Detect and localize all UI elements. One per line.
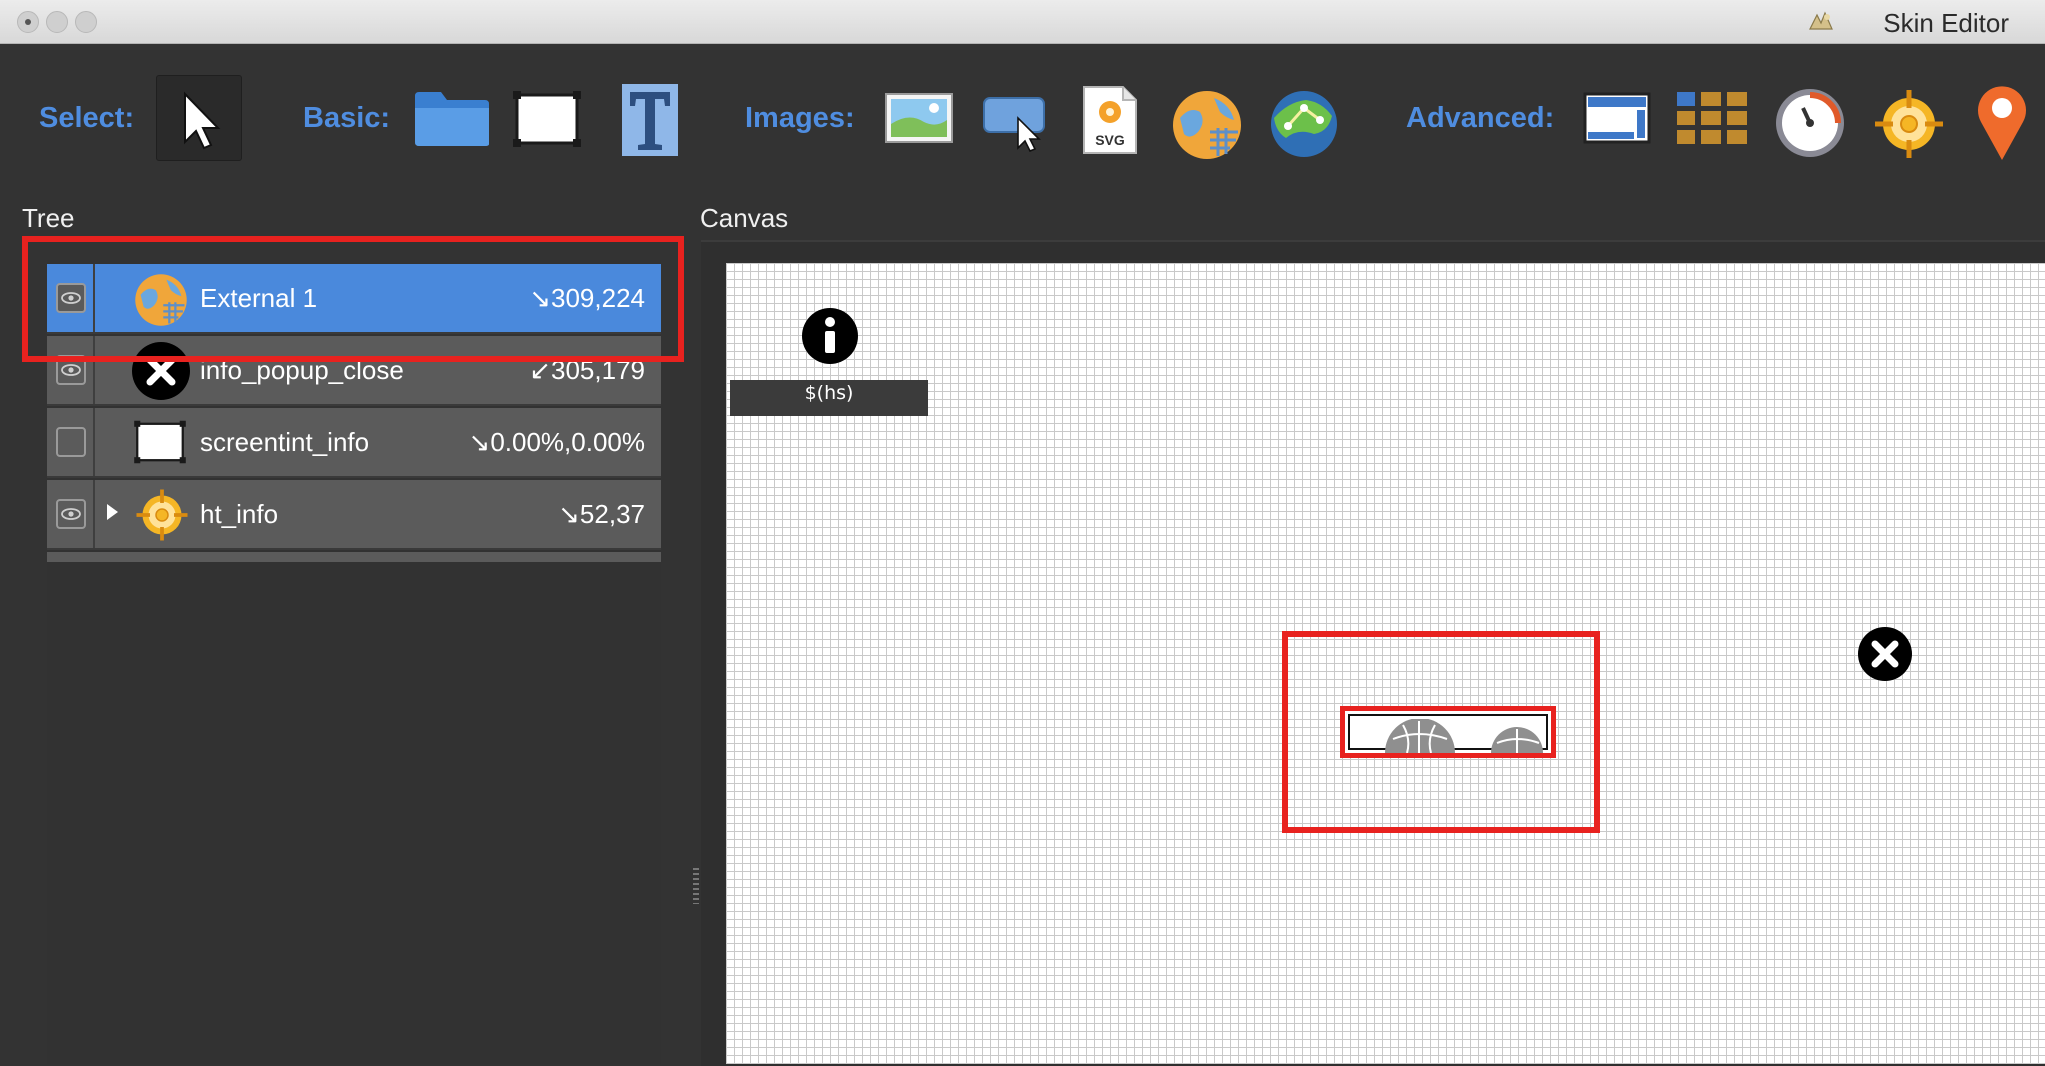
pointer-tool-button[interactable] xyxy=(156,75,242,161)
eye-icon xyxy=(56,499,86,529)
text-icon[interactable] xyxy=(620,82,680,158)
images-label: Images: xyxy=(745,102,855,134)
map-pin-icon[interactable] xyxy=(1975,82,2029,162)
tree-item-coords: ↘52,37 xyxy=(558,499,645,529)
close-window-button[interactable] xyxy=(17,11,39,33)
rectangle-icon[interactable] xyxy=(512,90,582,148)
toolbar: Select: Basic: Images: SVG Advanced: xyxy=(0,44,2045,192)
select-label: Select: xyxy=(39,102,135,134)
zoom-window-button[interactable] xyxy=(75,11,97,33)
pointer-icon xyxy=(184,91,221,150)
close-circle-icon[interactable] xyxy=(1857,626,1913,682)
rectangle-icon xyxy=(134,420,186,464)
timer-icon[interactable] xyxy=(1773,86,1847,160)
hidden-checkbox-icon xyxy=(56,427,86,457)
title-bar: Skin Editor xyxy=(0,0,2045,44)
cloner-icon[interactable] xyxy=(1675,90,1749,146)
info-icon[interactable] xyxy=(801,307,859,365)
image-icon[interactable] xyxy=(884,92,954,144)
tree-list-end xyxy=(47,552,661,562)
minimize-window-button[interactable] xyxy=(46,11,68,33)
map-icon[interactable] xyxy=(1268,88,1340,160)
skin-editor-app-icon xyxy=(1809,11,1833,30)
button-icon[interactable] xyxy=(982,92,1048,152)
container-icon[interactable] xyxy=(413,90,491,148)
expand-arrow-icon[interactable] xyxy=(107,504,118,520)
window-title: Skin Editor xyxy=(1883,8,2009,38)
tree-item-label: screentint_info xyxy=(200,427,370,457)
canvas-selection-highlight xyxy=(1282,631,1600,833)
visibility-toggle[interactable] xyxy=(47,408,95,476)
tree-title: Tree xyxy=(22,203,75,233)
scrollarea-icon[interactable] xyxy=(1583,92,1651,144)
hotspot-icon[interactable] xyxy=(1873,88,1945,160)
svg-badge-text: SVG xyxy=(1095,132,1125,148)
panel-splitter-handle[interactable] xyxy=(693,868,699,904)
tree-item-screentint-info[interactable]: screentint_info ↘0.00%,0.00% xyxy=(47,408,661,478)
basic-label: Basic: xyxy=(303,102,391,134)
canvas-title: Canvas xyxy=(700,203,789,233)
tree-item-coords: ↘0.00%,0.00% xyxy=(468,427,645,457)
advanced-label: Advanced: xyxy=(1406,102,1555,134)
hotspot-title-label[interactable]: $(hs) xyxy=(730,380,928,416)
tree-item-label: ht_info xyxy=(200,499,279,529)
tree-item-ht-info[interactable]: ht_info ↘52,37 xyxy=(47,480,661,550)
svg-icon[interactable]: SVG xyxy=(1081,84,1139,156)
external-icon[interactable] xyxy=(1170,88,1244,162)
visibility-toggle[interactable] xyxy=(47,480,95,548)
tree-selection-highlight xyxy=(22,236,684,362)
hotspot-icon xyxy=(136,489,188,541)
